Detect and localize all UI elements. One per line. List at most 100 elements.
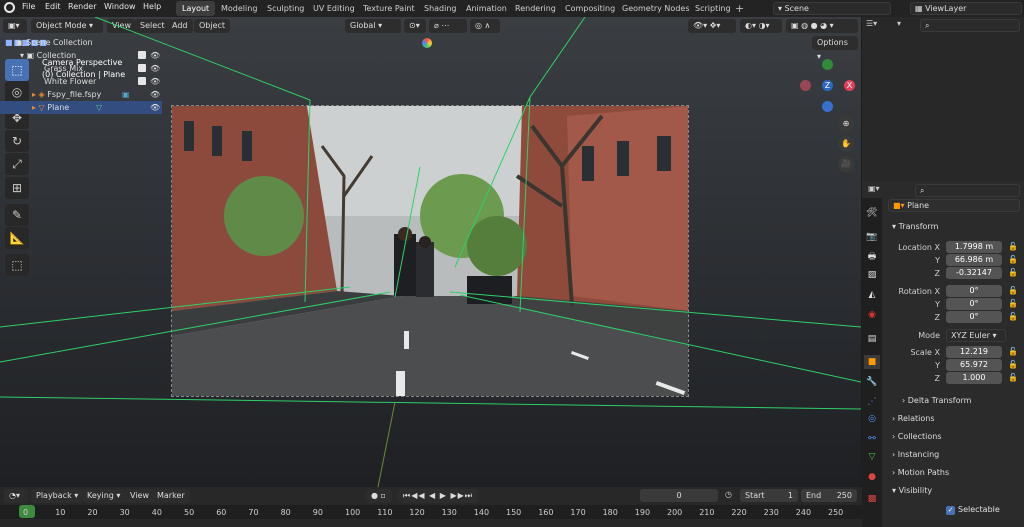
delta-transform-section[interactable]: › Delta Transform [902,396,971,405]
timeline-editor-icon[interactable]: ◔▾ [4,489,28,503]
texture-tab-icon[interactable]: ▩ [864,492,880,506]
add-workspace-icon[interactable]: + [735,2,744,15]
outliner-row-scene-collection[interactable]: ▣ Scene Collection [0,36,162,49]
lock-icon[interactable]: 🔓 [1008,347,1018,356]
tab-scripting[interactable]: Scripting [689,1,737,16]
object-name-field[interactable]: ■▾ Plane [888,199,1020,212]
record-icon[interactable]: ● ▫ [366,489,392,503]
start-frame-field[interactable]: Start 1 [740,489,798,502]
selectable-checkbox[interactable]: ✓ [946,506,955,515]
constraints-tab-icon[interactable]: ⚯ [864,432,880,446]
timeline-view-menu[interactable]: View [125,489,154,503]
outliner-row-collection[interactable]: ▾ ▣ Collection 👁 [0,49,162,62]
current-frame-field[interactable]: 0 [640,489,718,502]
lock-icon[interactable]: 🔓 [1008,255,1018,264]
lock-icon[interactable]: 🔓 [1008,360,1018,369]
world-tab-icon[interactable]: ◉ [864,308,880,322]
lock-icon[interactable]: 🔓 [1008,286,1018,295]
physics-tab-icon[interactable]: ◎ [864,412,880,426]
view-layer-tab-icon[interactable]: ▨ [864,268,880,282]
lock-icon[interactable]: 🔓 [1008,312,1018,321]
data-tab-icon[interactable]: ▽ [864,450,880,464]
lock-icon[interactable]: 🔓 [1008,268,1018,277]
scale-x-field[interactable]: 12.219 [946,346,1002,358]
outliner-search-input[interactable]: ⌕ [920,19,1020,32]
object-tab-icon[interactable]: ■ [864,355,880,369]
view-layer-selector[interactable]: ▦ ViewLayer [910,2,1022,15]
gizmo-neg-x-icon[interactable] [800,80,811,91]
scene-tab-icon[interactable]: ◭ [864,288,880,302]
clock-icon[interactable]: ◷ [725,490,732,499]
keying-menu[interactable]: Keying ▾ [82,489,126,503]
menu-file[interactable]: File [22,2,35,11]
marker-menu[interactable]: Marker [152,489,190,503]
gizmo-neg-z-icon[interactable] [822,101,833,112]
scale-z-field[interactable]: 1.000 [946,372,1002,384]
end-frame-field[interactable]: End 250 [801,489,857,502]
menu-window[interactable]: Window [104,2,136,11]
location-y-field[interactable]: 66.986 m [946,254,1002,266]
tab-geometry-nodes[interactable]: Geometry Nodes [616,1,695,16]
menu-edit[interactable]: Edit [45,2,61,11]
tab-sculpting[interactable]: Sculpting [261,1,310,16]
collection-tab-icon[interactable]: ▤ [864,332,880,346]
lock-icon[interactable]: 🔓 [1008,299,1018,308]
gizmo-y-top-icon[interactable] [822,59,833,70]
pan-hand-icon[interactable]: ✋ [838,136,854,152]
tab-uv-editing[interactable]: UV Editing [307,1,361,16]
blender-logo-icon[interactable] [4,2,15,13]
gizmo-z-icon[interactable]: Z [822,80,833,91]
tab-modeling[interactable]: Modeling [215,1,263,16]
playback-menu[interactable]: Playback ▾ [31,489,84,503]
menu-render[interactable]: Render [68,2,96,11]
camera-view-icon[interactable]: 🎥 [838,156,854,172]
scale-y-field[interactable]: 65.972 [946,359,1002,371]
eye-icon[interactable]: 👁 [150,88,160,101]
properties-search-input[interactable]: ⌕ [915,184,1020,197]
rotation-y-field[interactable]: 0° [946,298,1002,310]
render-tab-icon[interactable]: 📷 [864,230,880,244]
tab-compositing[interactable]: Compositing [559,1,621,16]
eye-icon[interactable]: 👁 [150,62,160,75]
transform-section-header[interactable]: ▾ Transform [892,222,938,231]
visibility-section[interactable]: ▾ Visibility [892,486,932,495]
rotation-mode-dropdown[interactable]: XYZ Euler ▾ [946,329,1006,342]
tab-rendering[interactable]: Rendering [509,1,562,16]
tab-shading[interactable]: Shading [418,1,463,16]
location-z-field[interactable]: -0.32147 [946,267,1002,279]
lock-icon[interactable]: 🔓 [1008,242,1018,251]
outliner-editor-icon[interactable]: ☰▾ [866,19,896,33]
zoom-icon[interactable]: ⊕ [838,116,854,132]
lock-icon[interactable]: 🔓 [1008,373,1018,382]
particles-tab-icon[interactable]: ⋰ [864,395,880,409]
properties-editor-icon[interactable]: ▣▾ [868,184,880,193]
eye-icon[interactable]: 👁 [150,101,160,114]
outliner-row-white-flower[interactable]: White Flower 👁 [0,75,162,88]
scene-selector[interactable]: ▾ Scene [773,2,891,15]
menu-help[interactable]: Help [143,2,161,11]
tab-layout[interactable]: Layout [176,1,216,16]
gizmo-x-icon[interactable]: X [844,80,855,91]
collections-section[interactable]: › Collections [892,432,942,441]
modifier-tab-icon[interactable]: 🔧 [864,375,880,389]
output-tab-icon[interactable]: 🖶 [864,250,880,264]
tool-tab-icon[interactable]: 🛠 [864,206,880,220]
rotation-z-field[interactable]: 0° [946,311,1002,323]
tab-animation[interactable]: Animation [460,1,513,16]
eye-icon[interactable]: 👁 [150,75,160,88]
checkbox-icon[interactable] [138,64,146,72]
eye-icon[interactable]: 👁 [150,49,160,62]
outliner-row-grass-mix[interactable]: Grass Mix 👁 [0,62,162,75]
material-tab-icon[interactable]: ● [864,470,880,484]
checkbox-icon[interactable] [138,77,146,85]
rotation-x-field[interactable]: 0° [946,285,1002,297]
checkbox-icon[interactable] [138,51,146,59]
instancing-section[interactable]: › Instancing [892,450,939,459]
outliner-row-plane[interactable]: ▸ ▽ Plane ▽ 👁 [0,101,162,114]
relations-section[interactable]: › Relations [892,414,935,423]
playback-controls-icons[interactable]: ⏮◀◀ ◀ ▶ ▶▶⏭ [398,489,478,503]
motion-paths-section[interactable]: › Motion Paths [892,468,949,477]
tab-texture-paint[interactable]: Texture Paint [357,1,421,16]
location-x-field[interactable]: 1.7998 m [946,241,1002,253]
filter-icon[interactable]: ▾ [897,19,917,33]
